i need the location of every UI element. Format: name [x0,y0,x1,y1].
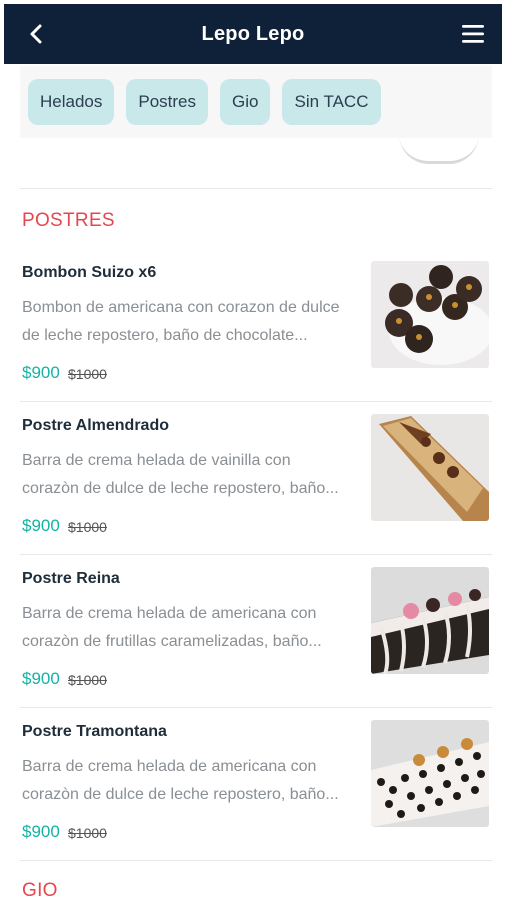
list-item[interactable]: Bombon Suizo x6 Bombon de americana con … [4,261,502,417]
item-old-price: $1000 [68,519,107,535]
item-description: Bombon de americana con corazon de dulce… [22,299,340,344]
page-title: Lepo Lepo [201,22,305,45]
dish-image [371,720,489,827]
dish-image-edge [399,134,479,164]
item-description: Barra de crema helada de vainilla con co… [22,452,339,497]
tab-gio[interactable]: Gio [220,79,271,125]
divider [20,401,492,402]
app-header: Lepo Lepo [4,4,502,64]
tab-helados[interactable]: Helados [28,79,115,125]
dish-image [371,261,489,368]
dish-image [371,414,489,521]
item-price: $900 [22,363,60,382]
item-price: $900 [22,669,60,688]
item-name: Postre Reina [22,570,120,587]
item-old-price: $1000 [68,825,107,841]
divider [20,860,492,861]
item-price: $900 [22,822,60,841]
divider [20,554,492,555]
dish-image [371,567,489,674]
item-old-price: $1000 [68,672,107,688]
tab-sin-tacc[interactable]: Sin TACC [282,79,381,125]
item-description: Barra de crema helada de americana con c… [22,758,339,803]
list-item[interactable]: Postre Reina Barra de crema helada de am… [4,567,502,723]
item-name: Postre Almendrado [22,417,169,434]
item-description: Barra de crema helada de americana con c… [22,605,322,650]
item-name: Postre Tramontana [22,723,167,740]
item-price: $900 [22,516,60,535]
divider [20,707,492,708]
chevron-left-icon[interactable] [22,20,50,48]
section-title-postres: POSTRES [22,210,115,231]
hamburger-menu-icon[interactable] [460,21,486,47]
category-tabs: Helados Postres Gio Sin TACC [20,66,492,138]
list-item[interactable]: Postre Almendrado Barra de crema helada … [4,414,502,570]
list-item[interactable]: Postre Tramontana Barra de crema helada … [4,720,502,876]
tab-postres[interactable]: Postres [126,79,209,125]
item-old-price: $1000 [68,366,107,382]
section-title-gio: GIO [22,880,58,900]
divider [20,188,492,189]
item-name: Bombon Suizo x6 [22,264,157,281]
menu-content[interactable]: Helados Postres Gio Sin TACC POSTRES Bom… [4,64,502,900]
